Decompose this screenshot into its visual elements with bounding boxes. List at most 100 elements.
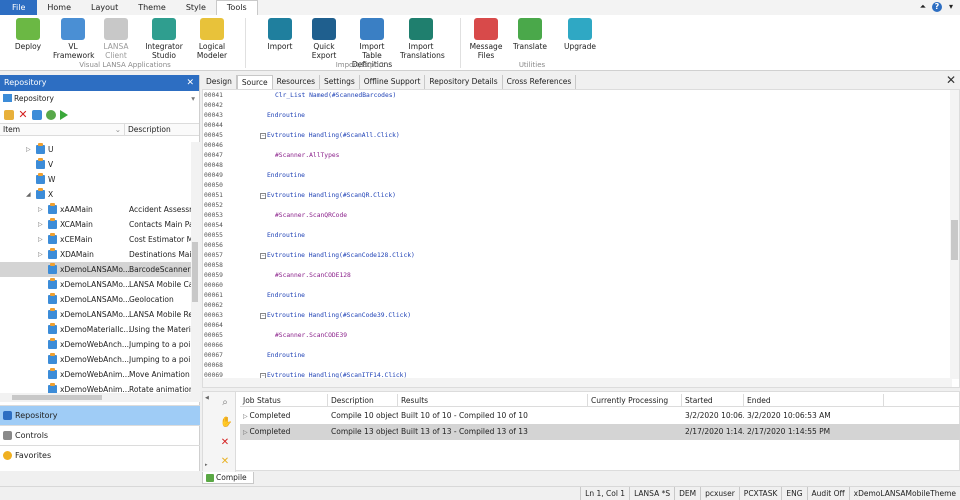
code-line[interactable]: 00053 #Scanner.ScanQRCode xyxy=(203,211,948,221)
scrollbar-thumb[interactable] xyxy=(192,242,198,302)
tree-row[interactable]: ◢ X xyxy=(0,187,191,202)
tab-offline-support[interactable]: Offline Support xyxy=(360,75,426,89)
code-line[interactable]: 00060 xyxy=(203,281,948,291)
tab-design[interactable]: Design xyxy=(202,75,237,89)
tab-cross-references[interactable]: Cross References xyxy=(503,75,577,89)
search-icon[interactable] xyxy=(46,110,56,120)
code-line[interactable]: 00061 Endroutine xyxy=(203,291,948,301)
delete-icon[interactable]: ✕ xyxy=(18,109,28,120)
job-row[interactable]: ▷ Completed Compile 13 objects Built 13 of… xyxy=(240,424,960,440)
expand-arrow-icon[interactable]: ▷ xyxy=(38,232,43,247)
collapse-arrow-icon[interactable]: ◢ xyxy=(26,187,31,202)
tree-row[interactable]: V xyxy=(0,157,191,172)
close-editor-icon[interactable]: ✕ xyxy=(946,73,956,87)
tree-row[interactable]: xDemoWebAnim... Rotate animation xyxy=(0,382,191,393)
fold-toggle-icon[interactable]: − xyxy=(260,133,266,139)
jobs-column-started[interactable]: Started xyxy=(682,394,744,406)
code-line[interactable]: 00057 − Evtroutine Handling(#ScanCode128.C… xyxy=(203,251,948,261)
expand-arrow-icon[interactable]: ▷ xyxy=(38,202,43,217)
jobs-column-ended[interactable]: Ended xyxy=(744,394,884,406)
code-line[interactable]: 00068 xyxy=(203,361,948,371)
code-line[interactable]: 00054 xyxy=(203,221,948,231)
scrollbar-thumb[interactable] xyxy=(12,395,102,400)
code-line[interactable]: 00050 xyxy=(203,181,948,191)
code-line[interactable]: 00041 Clr_List Named(#ScannedBarcodes) xyxy=(203,91,948,101)
jobs-column-currently-processing[interactable]: Currently Processing xyxy=(588,394,682,406)
import-translations-button[interactable]: Import Translations xyxy=(400,18,445,60)
code-line[interactable]: 00063 − Evtroutine Handling(#ScanCode39.Cl… xyxy=(203,311,948,321)
menu-theme[interactable]: Theme xyxy=(128,0,176,15)
source-editor[interactable]: 00041 Clr_List Named(#ScannedBarcodes) 000… xyxy=(202,89,960,388)
play-icon[interactable] xyxy=(60,110,68,120)
code-line[interactable]: 00058 xyxy=(203,261,948,271)
chevron-down-icon[interactable]: ▾ xyxy=(191,93,195,105)
code-line[interactable]: 00046 xyxy=(203,141,948,151)
help-icon[interactable]: ? xyxy=(932,2,942,12)
code-line[interactable]: 00066 xyxy=(203,341,948,351)
tree-row[interactable]: xDemoWebAnch... Jumping to a poin xyxy=(0,352,191,367)
column-item[interactable]: Item ⌄ xyxy=(0,124,125,135)
tree-row[interactable]: ▷ xCEMain Cost Estimator Ma xyxy=(0,232,191,247)
message-files-button[interactable]: Message Files xyxy=(468,18,504,60)
code-line[interactable]: 00044 xyxy=(203,121,948,131)
code-line[interactable]: 00045 − Evtroutine Handling(#ScanAll.Click… xyxy=(203,131,948,141)
thumbs-up-icon[interactable]: ✋ xyxy=(220,418,232,428)
tree-row[interactable]: ▷ XDAMain Destinations Main xyxy=(0,247,191,262)
upgrade-button[interactable]: Upgrade xyxy=(562,18,598,51)
menu-style[interactable]: Style xyxy=(176,0,216,15)
search-icon[interactable]: ⌕ xyxy=(220,398,230,408)
code-line[interactable]: 00052 xyxy=(203,201,948,211)
editor-vertical-scrollbar[interactable] xyxy=(950,90,959,379)
tree-row[interactable]: W xyxy=(0,172,191,187)
dropdown-icon[interactable]: ▾ xyxy=(946,2,956,12)
code-line[interactable]: 00067 Endroutine xyxy=(203,351,948,361)
code-line[interactable]: 00065 #Scanner.ScanCODE39 xyxy=(203,331,948,341)
tab-resources[interactable]: Resources xyxy=(273,75,320,89)
vl-framework-button[interactable]: VL Framework xyxy=(53,18,95,60)
expand-icon[interactable]: ▸ xyxy=(205,462,208,468)
code-line[interactable]: 00049 Endroutine xyxy=(203,171,948,181)
close-icon[interactable]: ✕ xyxy=(186,75,194,91)
fold-toggle-icon[interactable]: − xyxy=(260,253,266,259)
collapse-icon[interactable]: ◀ xyxy=(205,395,209,401)
tree-row[interactable]: xDemoLANSAMo... BarcodeScanner xyxy=(0,262,191,277)
expand-arrow-icon[interactable]: ▷ xyxy=(26,142,31,157)
expand-arrow-icon[interactable]: ▷ xyxy=(38,217,43,232)
nav-favorites[interactable]: Favorites xyxy=(0,445,200,465)
code-line[interactable]: 00056 xyxy=(203,241,948,251)
tab-settings[interactable]: Settings xyxy=(320,75,360,89)
new-folder-icon[interactable] xyxy=(4,110,14,120)
code-line[interactable]: 00043 Endroutine xyxy=(203,111,948,121)
scrollbar-thumb[interactable] xyxy=(951,220,958,260)
menu-file[interactable]: File xyxy=(0,0,38,15)
fold-toggle-icon[interactable]: − xyxy=(260,313,266,319)
tree-row[interactable]: ▷ xAAMain Accident Assessme xyxy=(0,202,191,217)
tree-row[interactable]: ▷ XCAMain Contacts Main Pag xyxy=(0,217,191,232)
nav-repository[interactable]: Repository xyxy=(0,405,200,425)
deploy-button[interactable]: Deploy xyxy=(8,18,48,51)
jobs-column-results[interactable]: Results xyxy=(398,394,588,406)
compile-tab[interactable]: Compile xyxy=(202,472,254,484)
code-line[interactable]: 00047 #Scanner.AllTypes xyxy=(203,151,948,161)
code-line[interactable]: 00055 Endroutine xyxy=(203,231,948,241)
tree-row[interactable]: xDemoLANSAMo... LANSA Mobile Rec xyxy=(0,307,191,322)
code-line[interactable]: 00062 xyxy=(203,301,948,311)
collapse-ribbon-icon[interactable]: ⏶ xyxy=(918,2,928,12)
code-line[interactable]: 00051 − Evtroutine Handling(#ScanQR.Click) xyxy=(203,191,948,201)
import-button[interactable]: Import xyxy=(264,18,296,51)
menu-layout[interactable]: Layout xyxy=(81,0,128,15)
tree-row[interactable]: xDemoLANSAMo... Geolocation xyxy=(0,292,191,307)
integrator-studio-button[interactable]: Integrator Studio xyxy=(142,18,186,60)
repository-selector[interactable]: Repository ▾ xyxy=(0,93,199,105)
tab-source[interactable]: Source xyxy=(236,75,273,89)
lansa-client-button[interactable]: LANSA Client xyxy=(97,18,135,60)
column-description[interactable]: Description xyxy=(125,124,191,135)
translate-button[interactable]: Translate xyxy=(512,18,548,51)
tree-row[interactable]: xDemoWebAnch... Jumping to a poin xyxy=(0,337,191,352)
jobs-column-job-status[interactable]: Job Status xyxy=(240,394,328,406)
tree-row[interactable]: xDemoLANSAMo... LANSA Mobile Car xyxy=(0,277,191,292)
code-line[interactable]: 00042 xyxy=(203,101,948,111)
tree-horizontal-scrollbar[interactable] xyxy=(0,393,200,402)
menu-home[interactable]: Home xyxy=(37,0,81,15)
code-line[interactable]: 00064 xyxy=(203,321,948,331)
